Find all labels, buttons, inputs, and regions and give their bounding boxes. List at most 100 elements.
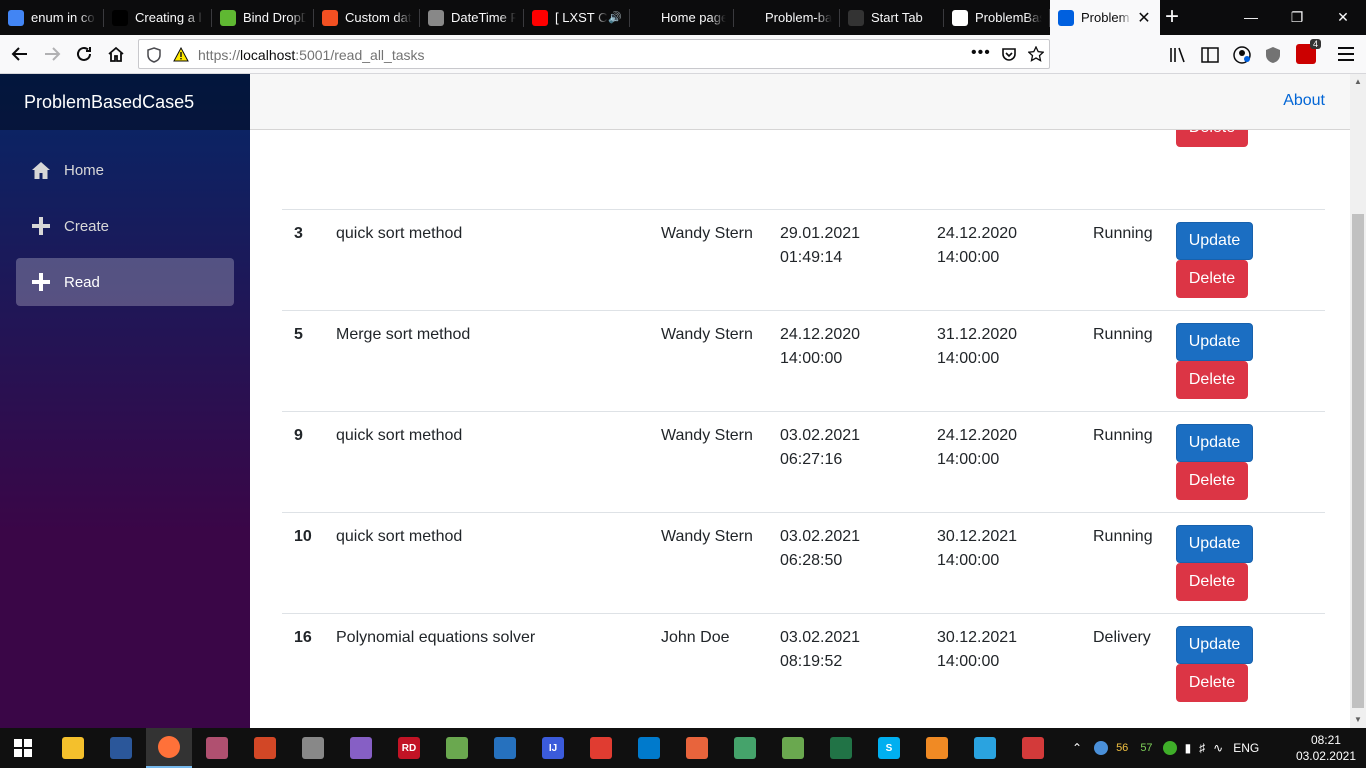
tab-label: Problem bbox=[1081, 10, 1130, 25]
taskbar-app[interactable] bbox=[914, 728, 960, 768]
task-user: John Doe bbox=[661, 629, 730, 646]
chevron-up-icon[interactable]: ⌃ bbox=[1072, 741, 1082, 755]
delete-button[interactable]: Delete bbox=[1176, 361, 1248, 399]
extension-icon[interactable]: 4 bbox=[1296, 39, 1321, 64]
browser-tab[interactable]: DateTime Fo bbox=[420, 0, 524, 35]
home-button[interactable] bbox=[102, 41, 130, 67]
browser-tab[interactable]: ProblemBas bbox=[944, 0, 1050, 35]
clock[interactable]: 08:21 03.02.2021 bbox=[1296, 732, 1356, 764]
close-tab-icon[interactable]: ✕ bbox=[1136, 8, 1152, 28]
powershell-icon bbox=[494, 737, 516, 759]
pocket-icon[interactable] bbox=[1001, 46, 1017, 62]
extension-badge: 4 bbox=[1309, 39, 1321, 49]
browser-tab[interactable]: Problem ✕ bbox=[1050, 0, 1160, 35]
restore-button[interactable]: ❐ bbox=[1274, 0, 1320, 35]
brand-title[interactable]: ProblemBasedCase5 bbox=[0, 74, 250, 130]
nav-item-read[interactable]: Read bbox=[16, 258, 234, 306]
tab-label: Bind DropD bbox=[243, 10, 306, 25]
google-icon bbox=[8, 9, 24, 26]
start-button[interactable] bbox=[0, 728, 46, 768]
taskbar-app[interactable] bbox=[290, 728, 336, 768]
delete-button[interactable]: Delete bbox=[1176, 260, 1248, 298]
reload-button[interactable] bbox=[70, 41, 98, 67]
scroll-down-icon[interactable]: ▼ bbox=[1350, 712, 1366, 728]
browser-tab[interactable]: enum in co bbox=[0, 0, 104, 35]
extension-shield-icon[interactable] bbox=[1265, 46, 1281, 64]
task-end: 24.12.2020 14:00:00 bbox=[937, 222, 1017, 270]
end-date: 30.12.2021 bbox=[937, 528, 1018, 545]
address-bar[interactable]: https://localhost:5001/read_all_tasks ••… bbox=[138, 39, 1050, 69]
delete-button[interactable]: Delete bbox=[1176, 462, 1248, 500]
end-date: 31.12.2020 bbox=[937, 326, 1018, 343]
taskbar-app[interactable] bbox=[1010, 728, 1056, 768]
taskbar-app[interactable] bbox=[338, 728, 384, 768]
bookmark-star-icon[interactable] bbox=[1028, 46, 1044, 62]
close-window-button[interactable]: ✕ bbox=[1320, 0, 1366, 35]
shield-icon[interactable] bbox=[147, 47, 161, 63]
taskbar-app[interactable] bbox=[722, 728, 768, 768]
about-link[interactable]: About bbox=[1283, 92, 1325, 110]
browser-tab[interactable]: Bind DropD bbox=[212, 0, 314, 35]
task-id: 9 bbox=[294, 427, 303, 444]
taskbar-app[interactable] bbox=[578, 728, 624, 768]
back-arrow-icon bbox=[11, 47, 27, 61]
check-icon[interactable] bbox=[1162, 741, 1177, 755]
scrollbar-thumb[interactable] bbox=[1352, 214, 1364, 708]
volume-icon[interactable]: ♯ bbox=[1199, 741, 1205, 755]
tab-label: Problem-based bbox=[765, 10, 832, 25]
taskbar-app[interactable] bbox=[962, 728, 1008, 768]
taskbar-app[interactable] bbox=[818, 728, 864, 768]
task-status: Running bbox=[1093, 528, 1153, 545]
library-icon[interactable] bbox=[1169, 47, 1187, 63]
taskbar-app[interactable] bbox=[146, 728, 192, 768]
taskbar-app[interactable] bbox=[482, 728, 528, 768]
taskbar-app[interactable] bbox=[674, 728, 720, 768]
nav-item-home[interactable]: Home bbox=[16, 146, 234, 194]
update-button[interactable]: Update bbox=[1176, 424, 1253, 462]
taskbar-app[interactable] bbox=[434, 728, 480, 768]
hamburger-menu-icon[interactable] bbox=[1338, 47, 1354, 61]
browser-tab[interactable]: Home page bbox=[630, 0, 734, 35]
url-text[interactable]: https://localhost:5001/read_all_tasks bbox=[198, 47, 425, 63]
taskbar-app[interactable] bbox=[50, 728, 96, 768]
wifi-icon[interactable]: ∿ bbox=[1213, 741, 1223, 755]
browser-tab[interactable]: Creating a l bbox=[104, 0, 212, 35]
new-tab-button[interactable]: + bbox=[1160, 0, 1184, 35]
nav-item-create[interactable]: Create bbox=[16, 202, 234, 250]
taskbar-app[interactable] bbox=[770, 728, 816, 768]
page-scrollbar[interactable]: ▲ ▼ bbox=[1350, 74, 1366, 728]
taskbar-app[interactable] bbox=[194, 728, 240, 768]
browser-tab[interactable]: [ LXST C 🔊 bbox=[524, 0, 630, 35]
scroll-up-icon[interactable]: ▲ bbox=[1350, 74, 1366, 90]
language-indicator[interactable]: ENG bbox=[1233, 741, 1259, 755]
taskbar-app[interactable]: RD bbox=[386, 728, 432, 768]
speaker-icon[interactable]: 🔊 bbox=[608, 11, 622, 24]
back-button[interactable] bbox=[6, 41, 34, 67]
delete-button[interactable]: Delete bbox=[1176, 664, 1248, 702]
update-button[interactable]: Update bbox=[1176, 222, 1253, 260]
taskbar-app[interactable]: IJ bbox=[530, 728, 576, 768]
browser-tab[interactable]: Problem-based bbox=[734, 0, 840, 35]
account-icon[interactable] bbox=[1233, 46, 1251, 64]
sidebar-toggle-icon[interactable] bbox=[1201, 47, 1219, 63]
sidebar: ProblemBasedCase5 Home Create Read bbox=[0, 74, 250, 728]
insecure-lock-icon[interactable] bbox=[173, 47, 189, 63]
browser-tab[interactable]: Start Tab bbox=[840, 0, 944, 35]
minimize-button[interactable]: — bbox=[1228, 0, 1274, 35]
page-actions-icon[interactable]: ••• bbox=[971, 44, 991, 62]
update-button[interactable]: Update bbox=[1176, 323, 1253, 361]
network-globe-icon[interactable] bbox=[1094, 741, 1109, 755]
browser-tab[interactable]: Custom dat bbox=[314, 0, 420, 35]
taskbar-app[interactable] bbox=[98, 728, 144, 768]
taskbar-app[interactable] bbox=[242, 728, 288, 768]
battery-icon[interactable]: ▮ bbox=[1185, 741, 1192, 755]
taskbar-app[interactable]: S bbox=[866, 728, 912, 768]
tab-label: [ LXST C bbox=[555, 10, 608, 25]
task-start: 29.01.2021 01:49:14 bbox=[780, 222, 860, 270]
forward-button[interactable] bbox=[38, 41, 66, 67]
end-time: 14:00:00 bbox=[937, 552, 1000, 569]
delete-button[interactable]: Delete bbox=[1176, 563, 1248, 601]
update-button[interactable]: Update bbox=[1176, 626, 1253, 664]
taskbar-app[interactable] bbox=[626, 728, 672, 768]
update-button[interactable]: Update bbox=[1176, 525, 1253, 563]
